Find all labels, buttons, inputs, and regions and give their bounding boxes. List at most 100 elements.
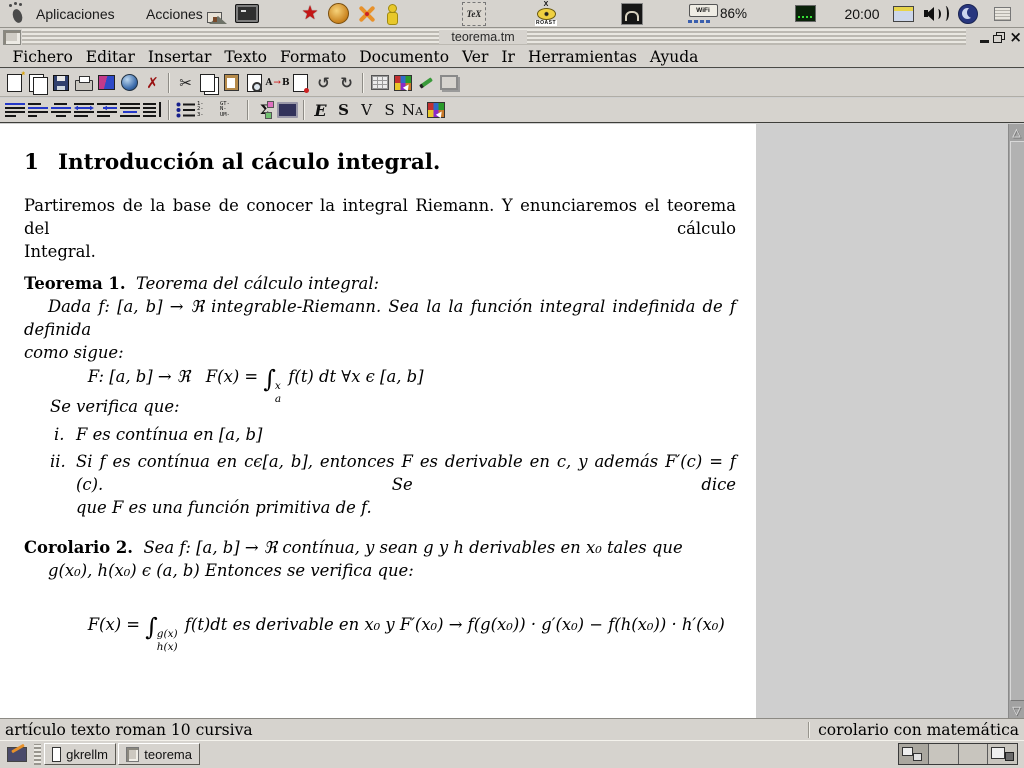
- window-icon: [52, 747, 61, 762]
- xcdroast-launcher-icon[interactable]: XROAST: [532, 0, 560, 27]
- battery-percent: 86%: [720, 0, 747, 27]
- gnome-foot-menu-icon[interactable]: [6, 0, 28, 27]
- intro-paragraph: Partiremos de la base de conocer la inte…: [24, 194, 736, 263]
- close-document-icon[interactable]: ✗: [141, 72, 164, 94]
- menu-fichero[interactable]: Fichero: [6, 48, 79, 66]
- color-picker-icon[interactable]: [424, 99, 447, 121]
- align-flush-left-icon[interactable]: [26, 99, 49, 121]
- clock[interactable]: 20:00: [840, 0, 884, 27]
- color-palette-icon[interactable]: [391, 72, 414, 94]
- screensaver-moon-icon[interactable]: [956, 0, 980, 27]
- workspace-2[interactable]: [929, 744, 959, 764]
- minimize-button[interactable]: [980, 31, 989, 43]
- window-titlebar[interactable]: teorema.tm ×: [0, 28, 1024, 46]
- sans-style-button[interactable]: S: [378, 99, 401, 121]
- theorem-item-1: i. F es contínua en [a, b]: [54, 423, 734, 446]
- task-button-teorema[interactable]: teorema: [118, 743, 200, 765]
- enumerate-list-icon[interactable]: 1-2-3-: [197, 99, 220, 121]
- redo-icon[interactable]: ↻: [335, 72, 358, 94]
- replace-icon[interactable]: A→B: [266, 72, 289, 94]
- headphones-app-icon[interactable]: [620, 0, 644, 27]
- insert-frame-icon[interactable]: [437, 72, 460, 94]
- red-star-launcher-icon[interactable]: ★: [298, 0, 322, 27]
- workspace-4[interactable]: [988, 744, 1017, 764]
- menu-ayuda[interactable]: Ayuda: [643, 48, 704, 66]
- statusbar: artículo texto roman 10 cursiva corolari…: [0, 718, 1024, 740]
- menu-editar[interactable]: Editar: [79, 48, 141, 66]
- name-style-button[interactable]: Na: [401, 99, 424, 121]
- restore-button[interactable]: [993, 32, 1005, 43]
- description-list-icon[interactable]: GT-N-UM-: [220, 99, 243, 121]
- margin-right-icon[interactable]: [141, 99, 164, 121]
- vertical-scrollbar[interactable]: △ ▽: [1008, 124, 1024, 718]
- home-launcher-icon[interactable]: [202, 0, 226, 27]
- document-viewport: 1 Introducción al cáculo integral. Parti…: [0, 124, 1024, 718]
- workspace-1[interactable]: [899, 744, 929, 764]
- menu-herramientas[interactable]: Herramientas: [521, 48, 643, 66]
- align-center-icon[interactable]: [49, 99, 72, 121]
- document-page[interactable]: 1 Introducción al cáculo integral. Parti…: [0, 124, 756, 718]
- menu-insertar[interactable]: Insertar: [141, 48, 218, 66]
- crossed-tools-launcher-icon[interactable]: [354, 0, 380, 27]
- workspace-3[interactable]: [959, 744, 989, 764]
- find-icon[interactable]: [243, 72, 266, 94]
- scrollbar-thumb[interactable]: [1010, 141, 1024, 701]
- new-document-icon[interactable]: *: [3, 72, 26, 94]
- verbatim-style-button[interactable]: V: [355, 99, 378, 121]
- save-icon[interactable]: [49, 72, 72, 94]
- window-title: teorema.tm: [439, 30, 526, 44]
- menu-texto[interactable]: Texto: [218, 48, 274, 66]
- itemize-list-icon[interactable]: [174, 99, 197, 121]
- align-justify-stretch-icon[interactable]: [72, 99, 95, 121]
- draw-pen-icon[interactable]: [414, 72, 437, 94]
- task-label: gkrellm: [66, 747, 108, 762]
- export-book-icon[interactable]: [95, 72, 118, 94]
- menu-ir[interactable]: Ir: [495, 48, 522, 66]
- status-divider: [808, 722, 810, 738]
- undo-icon[interactable]: ↺: [312, 72, 335, 94]
- person-launcher-icon[interactable]: [382, 0, 400, 27]
- align-left-icon[interactable]: [3, 99, 26, 121]
- taskbar: gkrellm teorema: [0, 740, 1024, 768]
- volume-icon[interactable]: [922, 0, 950, 27]
- tex-launcher-icon[interactable]: TeX: [462, 0, 486, 27]
- copy-icon[interactable]: [197, 72, 220, 94]
- menu-ver[interactable]: Ver: [456, 48, 495, 66]
- tasklist-drag-handle[interactable]: [34, 744, 41, 765]
- scroll-down-icon[interactable]: ▽: [1009, 702, 1024, 718]
- workspace-pager: [898, 743, 1018, 765]
- show-desktop-button[interactable]: [3, 743, 30, 766]
- print-icon[interactable]: [72, 72, 95, 94]
- menu-documento[interactable]: Documento: [353, 48, 456, 66]
- terminal-launcher-icon[interactable]: [234, 0, 260, 27]
- theorem-item-2: ii. Si f es contínua en cϵ[a, b], entonc…: [50, 450, 736, 519]
- cut-icon[interactable]: ✂: [174, 72, 197, 94]
- menu-formato[interactable]: Formato: [274, 48, 353, 66]
- close-button[interactable]: ×: [1009, 30, 1022, 45]
- open-document-icon[interactable]: [26, 72, 49, 94]
- orange-orb-launcher-icon[interactable]: [326, 0, 350, 27]
- strong-style-button[interactable]: S: [332, 99, 355, 121]
- insert-table-icon[interactable]: [368, 72, 391, 94]
- actions-menu[interactable]: Acciones: [142, 0, 207, 27]
- wifi-indicator-icon[interactable]: WiFi: [688, 0, 718, 31]
- display-settings-icon[interactable]: [892, 0, 914, 27]
- task-label: teorema: [144, 747, 192, 762]
- scroll-up-icon[interactable]: △: [1009, 124, 1024, 140]
- session-monitor-icon[interactable]: [276, 99, 299, 121]
- web-globe-icon[interactable]: [118, 72, 141, 94]
- task-button-gkrellm[interactable]: gkrellm: [44, 743, 116, 765]
- section-heading: 1 Introducción al cáculo integral.: [24, 150, 440, 175]
- applications-menu[interactable]: Aplicaciones: [32, 0, 119, 27]
- notes-applet-icon[interactable]: [992, 0, 1012, 27]
- emphasis-style-button[interactable]: E: [309, 99, 332, 121]
- indent-icon[interactable]: [95, 99, 118, 121]
- paste-icon[interactable]: [220, 72, 243, 94]
- top-panel: Aplicaciones Acciones ★ TeX XROAST WiFi …: [0, 0, 1024, 28]
- align-justify-icon[interactable]: [118, 99, 141, 121]
- system-monitor-tray-icon[interactable]: [794, 0, 816, 27]
- math-mode-icon[interactable]: Σ: [253, 99, 276, 121]
- theorem-label: Teorema 1.: [24, 274, 126, 293]
- toolbar-separator: [247, 100, 249, 120]
- spellcheck-icon[interactable]: [289, 72, 312, 94]
